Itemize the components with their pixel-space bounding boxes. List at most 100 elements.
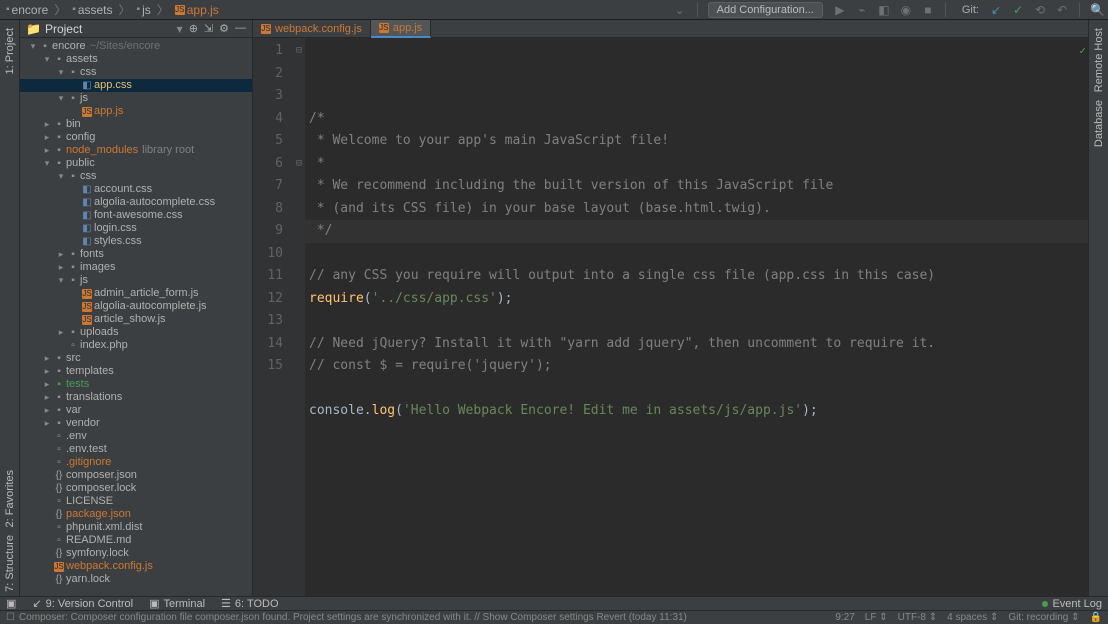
tree-row[interactable]: JSapp.js — [20, 105, 252, 118]
profile-icon[interactable]: ◉ — [899, 3, 913, 17]
breadcrumb-item[interactable]: ▪encore — [4, 3, 50, 17]
tree-row[interactable]: JSalgolia-autocomplete.js — [20, 300, 252, 313]
fold-gutter[interactable]: ⊟⊟ — [293, 38, 305, 596]
code-line[interactable]: require('../css/app.css'); — [309, 288, 1088, 311]
encoding[interactable]: UTF-8 ⇕ — [898, 612, 938, 623]
inspection-ok-icon[interactable]: ✓ — [1079, 40, 1086, 63]
tree-row[interactable]: ▾▪encore~/Sites/encore — [20, 40, 252, 53]
tree-row[interactable]: ▾▪js — [20, 92, 252, 105]
code-line[interactable]: /* — [309, 108, 1088, 131]
line-number[interactable]: 4 — [253, 108, 283, 131]
tree-arrow-icon[interactable]: ▸ — [56, 261, 66, 274]
gear-icon[interactable]: ⚙ — [219, 22, 229, 35]
code-line[interactable]: // any CSS you require will output into … — [309, 265, 1088, 288]
fold-mark-icon[interactable]: ⊟ — [293, 40, 305, 63]
tree-row[interactable]: {}package.json — [20, 508, 252, 521]
git-branch[interactable]: Git: recording ⇕ — [1008, 612, 1079, 623]
rail-favorites-tab[interactable]: 2: Favorites — [4, 466, 16, 531]
stop-icon[interactable]: ■ — [921, 3, 935, 17]
indent[interactable]: 4 spaces ⇕ — [947, 612, 998, 623]
cursor-position[interactable]: 9:27 — [835, 612, 854, 623]
code-line[interactable] — [309, 310, 1088, 333]
tree-row[interactable]: ▸▪vendor — [20, 417, 252, 430]
tree-row[interactable]: ▸▪config — [20, 131, 252, 144]
line-separator[interactable]: LF ⇕ — [865, 612, 888, 623]
tree-row[interactable]: ▫.env — [20, 430, 252, 443]
tree-row[interactable]: ▾▪css — [20, 170, 252, 183]
tree-arrow-icon[interactable]: ▸ — [42, 378, 52, 391]
tree-arrow-icon[interactable]: ▾ — [56, 92, 66, 105]
tree-row[interactable]: ▸▪node_moduleslibrary root — [20, 144, 252, 157]
line-number[interactable]: 3 — [253, 85, 283, 108]
rollback-icon[interactable]: ↶ — [1055, 3, 1069, 17]
line-number[interactable]: 14 — [253, 333, 283, 356]
code-line[interactable] — [309, 423, 1088, 446]
tree-row[interactable]: ▫README.md — [20, 534, 252, 547]
tree-arrow-icon[interactable]: ▸ — [42, 417, 52, 430]
line-number[interactable]: 5 — [253, 130, 283, 153]
editor-tab[interactable]: JSwebpack.config.js — [253, 20, 371, 38]
tree-row[interactable]: ▾▪assets — [20, 53, 252, 66]
tree-arrow-icon[interactable]: ▸ — [42, 118, 52, 131]
run-icon[interactable]: ▶ — [833, 3, 847, 17]
tree-arrow-icon[interactable]: ▾ — [56, 274, 66, 287]
tree-row[interactable]: ◧font-awesome.css — [20, 209, 252, 222]
code-line[interactable] — [309, 378, 1088, 401]
rail-remote-tab[interactable]: Remote Host — [1093, 24, 1105, 96]
tree-row[interactable]: ▾▪css — [20, 66, 252, 79]
tree-arrow-icon[interactable]: ▸ — [42, 365, 52, 378]
tree-row[interactable]: {}yarn.lock — [20, 573, 252, 586]
version-control-tab[interactable]: ↙9: Version Control — [32, 597, 133, 610]
tree-row[interactable]: ▸▪tests — [20, 378, 252, 391]
tree-row[interactable]: ▸▪fonts — [20, 248, 252, 261]
tree-arrow-icon[interactable]: ▸ — [42, 404, 52, 417]
tree-arrow-icon[interactable]: ▸ — [56, 326, 66, 339]
tree-row[interactable]: JSarticle_show.js — [20, 313, 252, 326]
update-icon[interactable]: ↙ — [989, 3, 1003, 17]
tree-row[interactable]: ▫index.php — [20, 339, 252, 352]
project-tree[interactable]: ▾▪encore~/Sites/encore▾▪assets▾▪css◧app.… — [20, 38, 252, 596]
breadcrumb-item[interactable]: ▪js — [135, 3, 153, 17]
tree-arrow-icon[interactable]: ▸ — [42, 144, 52, 157]
tree-arrow-icon[interactable]: ▸ — [42, 391, 52, 404]
code-line[interactable]: console.log('Hello Webpack Encore! Edit … — [309, 400, 1088, 423]
tree-arrow-icon[interactable]: ▾ — [28, 40, 38, 53]
tree-row[interactable]: ◧account.css — [20, 183, 252, 196]
code-line[interactable]: * — [309, 153, 1088, 176]
history-icon[interactable]: ⟲ — [1033, 3, 1047, 17]
tree-row[interactable]: ▸▪templates — [20, 365, 252, 378]
tree-row[interactable]: ◧login.css — [20, 222, 252, 235]
status-icon[interactable]: ▣ — [6, 597, 16, 610]
code-line[interactable]: * We recommend including the built versi… — [309, 175, 1088, 198]
coverage-icon[interactable]: ◧ — [877, 3, 891, 17]
add-configuration-button[interactable]: Add Configuration... — [708, 2, 823, 18]
code-line[interactable]: * Welcome to your app's main JavaScript … — [309, 130, 1088, 153]
line-number[interactable]: 6 — [253, 153, 283, 176]
tree-row[interactable]: {}composer.lock — [20, 482, 252, 495]
tree-arrow-icon[interactable]: ▾ — [56, 66, 66, 79]
tree-row[interactable]: ▸▪src — [20, 352, 252, 365]
tree-row[interactable]: ▾▪public — [20, 157, 252, 170]
line-number[interactable]: 9 — [253, 220, 283, 243]
tree-row[interactable]: ◧app.css — [20, 79, 252, 92]
rail-project-tab[interactable]: 1: Project — [4, 24, 16, 78]
tree-row[interactable]: {}symfony.lock — [20, 547, 252, 560]
tree-row[interactable]: ▫.gitignore — [20, 456, 252, 469]
lock-icon[interactable]: 🔒 — [1090, 612, 1102, 623]
code-line[interactable]: */ — [309, 220, 1088, 243]
line-number[interactable]: 2 — [253, 63, 283, 86]
line-number[interactable]: 11 — [253, 265, 283, 288]
editor-tab[interactable]: JSapp.js — [371, 20, 431, 38]
code-line[interactable]: // const $ = require('jquery'); — [309, 355, 1088, 378]
tree-row[interactable]: JSwebpack.config.js — [20, 560, 252, 573]
line-number[interactable]: 15 — [253, 355, 283, 378]
tree-row[interactable]: ◧styles.css — [20, 235, 252, 248]
expand-icon[interactable]: ⇲ — [204, 22, 213, 35]
build-menu-icon[interactable]: ⌄ — [673, 3, 687, 17]
commit-icon[interactable]: ✓ — [1011, 3, 1025, 17]
locate-icon[interactable]: ⊕ — [189, 22, 198, 35]
tree-row[interactable]: {}composer.json — [20, 469, 252, 482]
tree-row[interactable]: ▫phpunit.xml.dist — [20, 521, 252, 534]
code-line[interactable]: // Need jQuery? Install it with "yarn ad… — [309, 333, 1088, 356]
code-line[interactable] — [309, 243, 1088, 266]
